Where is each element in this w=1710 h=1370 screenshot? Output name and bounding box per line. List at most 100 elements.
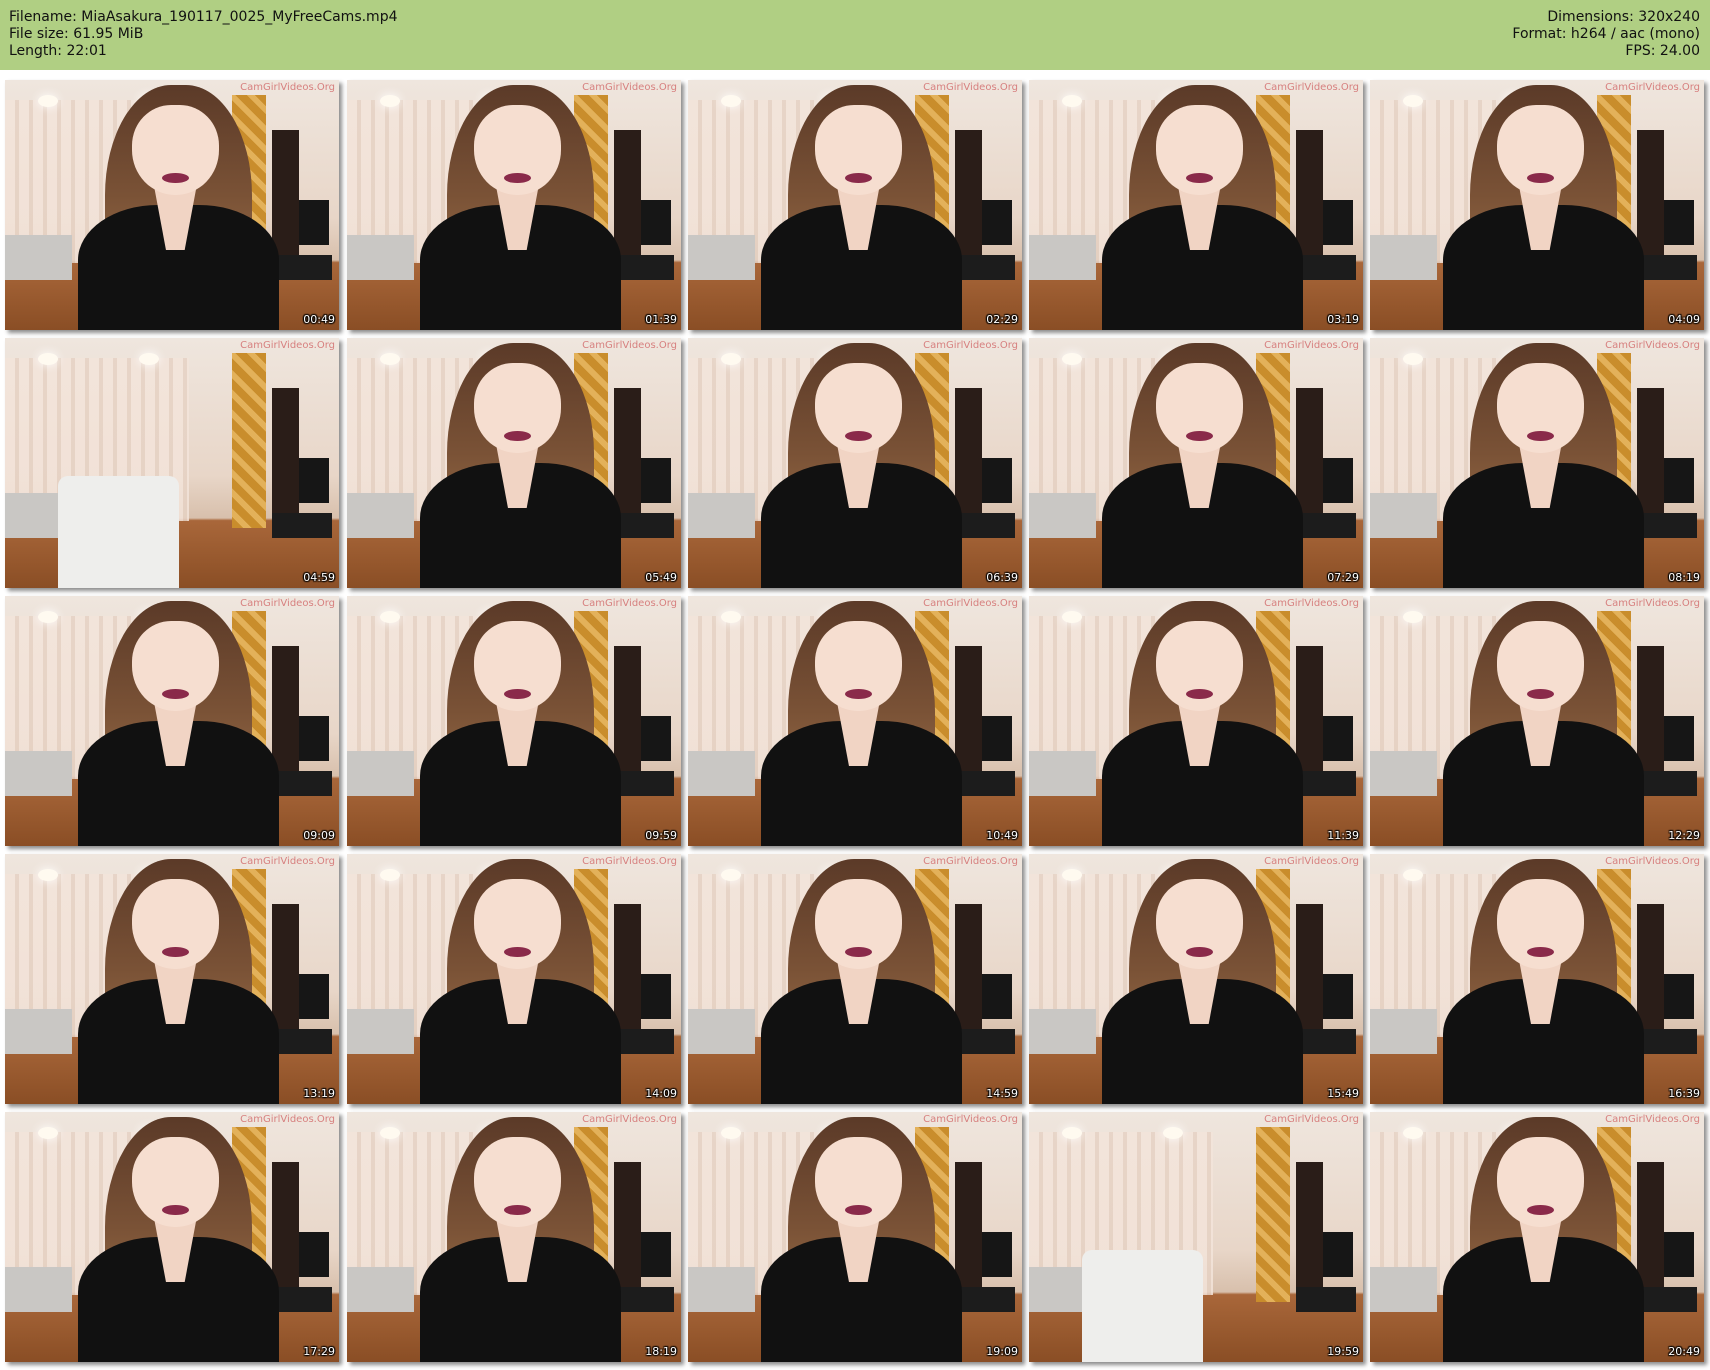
timestamp-label: 05:49 [645,571,677,584]
video-thumbnail[interactable]: CamGirlVideos.Org 07:29 [1029,338,1363,588]
sofa [1370,493,1437,538]
sofa [5,1267,72,1312]
sofa [1370,235,1437,280]
video-thumbnail[interactable]: CamGirlVideos.Org 03:19 [1029,80,1363,330]
video-thumbnail[interactable]: CamGirlVideos.Org 00:49 [5,80,339,330]
tv-cabinet [1296,255,1357,280]
chair [1082,1249,1203,1362]
thumbnail-grid: CamGirlVideos.Org 00:49 CamGirlVideos.Or… [0,0,1710,1370]
watermark-text: CamGirlVideos.Org [240,82,335,93]
television [981,1232,1012,1277]
timestamp-label: 02:29 [986,313,1018,326]
lips [1185,946,1213,957]
video-thumbnail[interactable]: CamGirlVideos.Org 01:39 [347,80,681,330]
television [1663,458,1694,503]
sofa [1370,1267,1437,1312]
timestamp-label: 03:19 [1327,313,1359,326]
lips [1526,172,1554,183]
timestamp-label: 09:09 [303,829,335,842]
video-thumbnail[interactable]: CamGirlVideos.Org 09:59 [347,596,681,846]
tv-cabinet [955,1287,1016,1312]
video-thumbnail[interactable]: CamGirlVideos.Org 05:49 [347,338,681,588]
tv-cabinet [955,771,1016,796]
timestamp-label: 16:39 [1668,1087,1700,1100]
watermark-text: CamGirlVideos.Org [582,1114,677,1125]
watermark-text: CamGirlVideos.Org [1605,340,1700,351]
video-thumbnail[interactable]: CamGirlVideos.Org 04:59 [5,338,339,588]
television [1322,200,1353,245]
sofa [5,235,72,280]
watermark-text: CamGirlVideos.Org [923,598,1018,609]
video-thumbnail[interactable]: CamGirlVideos.Org 11:39 [1029,596,1363,846]
television [981,974,1012,1019]
television [1322,458,1353,503]
video-thumbnail[interactable]: CamGirlVideos.Org 06:39 [688,338,1022,588]
video-thumbnail[interactable]: CamGirlVideos.Org 14:59 [688,854,1022,1104]
video-thumbnail[interactable]: CamGirlVideos.Org 20:49 [1370,1112,1704,1362]
television [981,200,1012,245]
video-thumbnail[interactable]: CamGirlVideos.Org 04:09 [1370,80,1704,330]
lips [1526,1204,1554,1215]
video-thumbnail[interactable]: CamGirlVideos.Org 14:09 [347,854,681,1104]
sofa [1370,1009,1437,1054]
television [640,974,671,1019]
watermark-text: CamGirlVideos.Org [923,856,1018,867]
sofa [688,1267,755,1312]
video-thumbnail[interactable]: CamGirlVideos.Org 09:09 [5,596,339,846]
video-thumbnail[interactable]: CamGirlVideos.Org 19:59 [1029,1112,1363,1362]
tv-cabinet [614,771,675,796]
video-thumbnail[interactable]: CamGirlVideos.Org 12:29 [1370,596,1704,846]
video-thumbnail[interactable]: CamGirlVideos.Org 19:09 [688,1112,1022,1362]
video-thumbnail[interactable]: CamGirlVideos.Org 08:19 [1370,338,1704,588]
sofa [5,751,72,796]
watermark-text: CamGirlVideos.Org [1264,82,1359,93]
sofa [5,1009,72,1054]
tv-cabinet [614,1287,675,1312]
tv-cabinet [272,1287,333,1312]
video-thumbnail[interactable]: CamGirlVideos.Org 15:49 [1029,854,1363,1104]
video-thumbnail[interactable]: CamGirlVideos.Org 10:49 [688,596,1022,846]
lips [503,1204,531,1215]
wallpaper-pillar [1256,1127,1290,1302]
television [298,458,329,503]
video-thumbnail[interactable]: CamGirlVideos.Org 17:29 [5,1112,339,1362]
lips [844,946,872,957]
television [1322,974,1353,1019]
lips [844,172,872,183]
sofa [347,1267,414,1312]
sofa [688,751,755,796]
tv-cabinet [1296,513,1357,538]
sofa [1029,235,1096,280]
television [298,200,329,245]
tv-cabinet [1637,255,1698,280]
watermark-text: CamGirlVideos.Org [582,340,677,351]
lips [1185,172,1213,183]
video-thumbnail[interactable]: CamGirlVideos.Org 16:39 [1370,854,1704,1104]
lips [161,1204,189,1215]
wallpaper-pillar [232,353,266,528]
chair [58,475,179,588]
timestamp-label: 12:29 [1668,829,1700,842]
watermark-text: CamGirlVideos.Org [240,1114,335,1125]
television [1663,974,1694,1019]
watermark-text: CamGirlVideos.Org [923,82,1018,93]
video-thumbnail[interactable]: CamGirlVideos.Org 18:19 [347,1112,681,1362]
timestamp-label: 19:09 [986,1345,1018,1358]
sofa [688,1009,755,1054]
sofa [688,493,755,538]
television [298,716,329,761]
tv-cabinet [1296,1029,1357,1054]
tv-cabinet [272,255,333,280]
sofa [347,493,414,538]
video-thumbnail[interactable]: CamGirlVideos.Org 02:29 [688,80,1022,330]
sofa [1029,1009,1096,1054]
lips [161,946,189,957]
watermark-text: CamGirlVideos.Org [582,598,677,609]
television [640,200,671,245]
watermark-text: CamGirlVideos.Org [240,340,335,351]
lips [844,1204,872,1215]
doorway [272,388,299,526]
tv-cabinet [955,1029,1016,1054]
video-thumbnail[interactable]: CamGirlVideos.Org 13:19 [5,854,339,1104]
tv-cabinet [955,513,1016,538]
